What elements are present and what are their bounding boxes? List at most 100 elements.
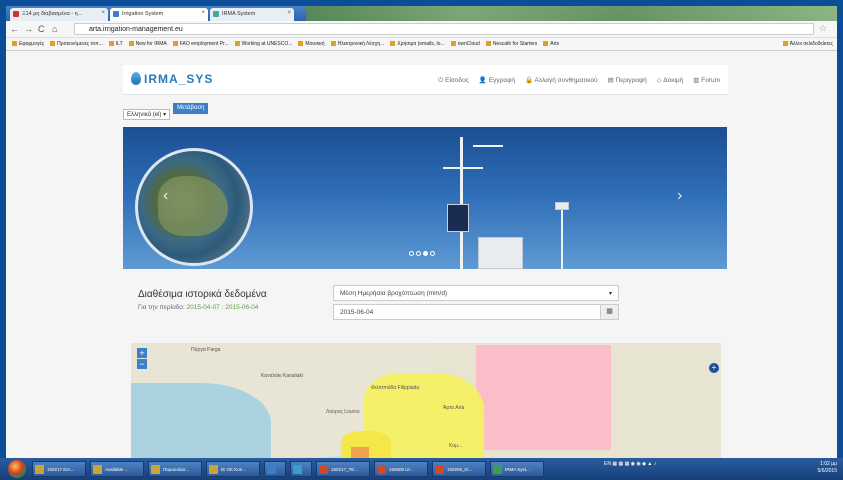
taskbar-label: 150206_Ki...	[447, 467, 473, 472]
bookmark-label: Working at UNESCO...	[241, 41, 293, 47]
history-period: Για την περίοδο: 2015-04-07 : 2015-06-04	[138, 304, 258, 311]
carousel-dot[interactable]	[409, 251, 414, 256]
language-select[interactable]: Ελληνικά (el) ▾	[123, 109, 171, 120]
page-icon	[213, 11, 219, 17]
bookmark-label: ownCloud	[457, 41, 480, 47]
taskbar-item[interactable]: IE OK Kon...	[206, 461, 260, 477]
tab-label: IRMA System	[222, 11, 256, 17]
bookmark-item[interactable]: Working at UNESCO...	[234, 38, 293, 47]
carousel-prev-icon[interactable]: ‹	[163, 187, 168, 205]
bookmark-item[interactable]: FAO employment Pr...	[172, 38, 229, 47]
carousel-dot[interactable]	[416, 251, 421, 256]
bookmark-label: New for IRMA	[135, 41, 167, 47]
taskbar-item[interactable]: 150605 Ur...	[374, 461, 428, 477]
tab-irma[interactable]: IRMA System ×	[210, 8, 294, 21]
taskbar-item[interactable]	[264, 461, 286, 477]
globe-land	[158, 176, 228, 236]
bookmark-item[interactable]: Arts	[543, 38, 559, 47]
date-input[interactable]: 2015-06-04 ▦	[333, 304, 619, 320]
zoom-out-button[interactable]: −	[137, 359, 147, 369]
close-icon[interactable]: ×	[101, 10, 105, 16]
address-bar-row: ← → C ⌂ arta.irrigation-management.eu ☆	[6, 21, 837, 38]
bookmark-item[interactable]: ILT	[108, 38, 123, 47]
clock-time: 1:02 μμ	[820, 461, 837, 467]
zoom-controls: + −	[137, 348, 147, 370]
taskbar-item[interactable]: Παρουσίασ...	[148, 461, 202, 477]
back-icon[interactable]: ←	[10, 24, 19, 34]
taskbar-item[interactable]	[290, 461, 312, 477]
bookmark-item[interactable]: Ηλεκτρονική Λέσχη...	[330, 38, 385, 47]
bookmark-item[interactable]: Προτεινόμενες τοπ...	[50, 38, 103, 47]
folder-icon	[234, 41, 240, 46]
taskbar-item[interactable]: 150217_TE...	[316, 461, 370, 477]
bookmark-item[interactable]: Χρήσιμα (emails, lo...	[390, 38, 445, 47]
folder-icon	[390, 41, 396, 46]
home-icon[interactable]: ⌂	[52, 24, 57, 34]
app-icon	[151, 465, 160, 474]
reload-icon[interactable]: C	[38, 24, 45, 34]
bookmark-label: Arts	[550, 41, 560, 47]
star-icon[interactable]: ☆	[819, 23, 827, 34]
bookmark-item[interactable]: New for IRMA	[128, 38, 167, 47]
station-arm	[443, 167, 483, 169]
variable-select[interactable]: Μέση Ημερήσια βροχόπτωση (mm/d) ▾	[333, 285, 619, 301]
menu-item-user[interactable]: 👤 Εγγραφή	[479, 77, 515, 84]
site-logo[interactable]: IRMA_SYS	[131, 72, 213, 86]
language-go-button[interactable]: Μετάβαση	[173, 103, 209, 114]
folder-icon	[543, 41, 549, 46]
carousel-dot[interactable]	[430, 251, 435, 256]
map-view[interactable]: + − Πάργα Parga Καναλάκι Kanaliaki Φιλιπ…	[131, 343, 721, 458]
menu-item-power[interactable]: ⏻ Είσοδος	[438, 77, 469, 84]
menu-item-lock[interactable]: 🔒 Αλλαγή συνθηματικού	[525, 77, 598, 84]
bookmark-item[interactable]: Nescafé for Starters	[485, 38, 537, 47]
language-indicator[interactable]: EN	[604, 461, 611, 467]
calendar-icon[interactable]: ▦	[600, 305, 618, 319]
close-icon[interactable]: ×	[287, 10, 291, 16]
menu-item-label: Αλλαγή συνθηματικού	[534, 77, 598, 84]
bookmarks-bar: Εφαρμογές Προτεινόμενες τοπ... ILT New for …	[6, 38, 837, 51]
close-icon[interactable]: ×	[201, 10, 205, 16]
app-icon	[293, 465, 302, 474]
bookmark-item[interactable]: Μουσική	[298, 38, 325, 47]
user-icon: 👤	[478, 77, 489, 84]
zoom-in-button[interactable]: +	[137, 348, 147, 358]
bookmark-item[interactable]: ownCloud	[450, 38, 480, 47]
taskbar-item[interactable]: IRMA Syst...	[490, 461, 544, 477]
carousel-next-icon[interactable]: ›	[677, 187, 682, 205]
map-label: Λούρος Louros	[326, 409, 360, 415]
taskbar-item[interactable]: 150217 ΕΙΑ...	[32, 461, 86, 477]
taskbar-item[interactable]: 150206_Ki...	[432, 461, 486, 477]
variable-value: Μέση Ημερήσια βροχόπτωση (mm/d)	[340, 290, 448, 297]
system-tray: EN ▦ ▦ ▦ ◉ ◉ ◆ ▲ ♪	[604, 461, 657, 467]
station-box	[478, 237, 523, 269]
map-label: Άρτα Arta	[443, 405, 465, 411]
map-label: Φιλιππιάδα Filippiada	[371, 385, 420, 391]
menu-item-label: Είσοδος	[445, 77, 469, 84]
sensor	[555, 202, 569, 210]
bookmark-label: Προτεινόμενες τοπ...	[57, 41, 103, 47]
start-button[interactable]	[8, 460, 26, 478]
app-icon	[267, 465, 276, 474]
map-layer-pink	[476, 345, 611, 450]
bookmark-item[interactable]: Εφαρμογές	[12, 38, 44, 47]
bookmark-item[interactable]: Άλλοι σελιδοδείκτες	[782, 38, 833, 47]
app-icon	[35, 465, 44, 474]
bookmark-label: Ηλεκτρονική Λέσχη...	[337, 41, 385, 47]
folder-icon	[12, 41, 17, 46]
hero-carousel: ‹ ›	[123, 127, 727, 269]
date-value: 2015-06-04	[340, 309, 374, 316]
folder-icon	[782, 41, 788, 46]
tab-gmail[interactable]: Ξ14 μη διαβασμένα - η... ×	[10, 8, 108, 21]
menu-item-eye[interactable]: ◇ Δοκιμή	[657, 77, 683, 84]
menu-item-forum[interactable]: ▥ Forum	[693, 77, 720, 84]
forward-icon[interactable]: →	[24, 24, 33, 34]
url-input[interactable]: arta.irrigation-management.eu	[74, 23, 814, 35]
carousel-dot[interactable]	[423, 251, 428, 256]
menu-item-book[interactable]: ▤ Περιγραφή	[608, 77, 647, 84]
logo-text: IRMA_SYS	[144, 72, 214, 86]
clock[interactable]: 1:02 μμ 5/6/2015	[818, 461, 837, 475]
taskbar-item[interactable]: Available ...	[90, 461, 144, 477]
layers-icon[interactable]: +	[709, 363, 719, 373]
tab-irrigation[interactable]: Irrigation System ×	[110, 8, 208, 21]
taskbar-label: IE OK Kon...	[221, 467, 247, 472]
